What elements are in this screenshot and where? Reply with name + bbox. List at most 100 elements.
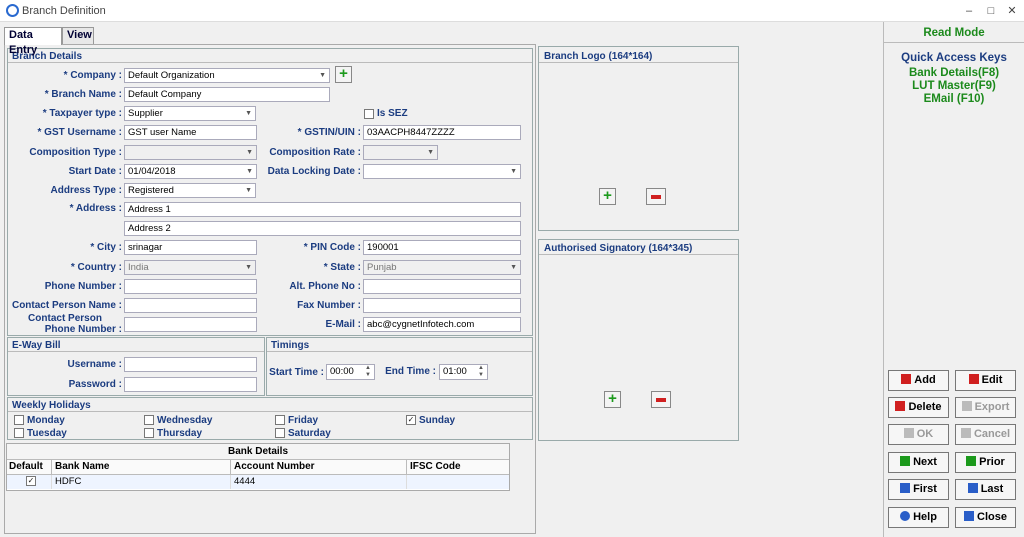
export-icon <box>961 401 972 411</box>
wednesday-checkbox[interactable] <box>144 415 154 425</box>
end-time-input[interactable]: 01:00 ▲ ▼ <box>439 364 488 380</box>
prior-button[interactable]: Prior <box>955 452 1016 473</box>
gst-username-input[interactable]: GST user Name <box>124 125 257 140</box>
fax-number-input[interactable] <box>363 298 521 313</box>
spinner-icon[interactable]: ▲ ▼ <box>365 365 371 379</box>
export-button[interactable]: Export <box>955 397 1016 418</box>
delete-icon <box>895 401 906 411</box>
add-icon <box>901 374 912 384</box>
contact-phone-label-line1: Contact Person <box>28 313 102 324</box>
col-account-number-header[interactable]: Account Number <box>231 460 407 474</box>
alt-phone-label: Alt. Phone No : <box>289 281 361 292</box>
country-select[interactable]: India ▼ <box>124 260 256 275</box>
tab-data-entry[interactable]: Data Entry <box>4 27 62 56</box>
alt-phone-input[interactable] <box>363 279 521 294</box>
eway-password-input[interactable] <box>124 377 257 392</box>
email-shortcut[interactable]: EMail (F10) <box>884 93 1024 105</box>
composition-type-select[interactable]: ▼ <box>124 145 257 160</box>
thursday-checkbox[interactable] <box>144 428 154 438</box>
branch-logo-panel <box>538 46 739 231</box>
help-button[interactable]: Help <box>888 507 949 528</box>
friday-checkbox[interactable] <box>275 415 285 425</box>
table-row[interactable]: ✓ HDFC 4444 <box>7 475 509 489</box>
composition-type-label: Composition Type : <box>29 147 122 158</box>
address-type-select[interactable]: Registered ▼ <box>124 183 256 198</box>
phone-number-label: Phone Number : <box>44 281 122 292</box>
last-icon <box>967 483 978 493</box>
remove-signatory-button[interactable] <box>651 391 671 408</box>
default-bank-checkbox[interactable]: ✓ <box>26 476 36 486</box>
bank-name-cell: HDFC <box>52 475 231 489</box>
start-time-input[interactable]: 00:00 ▲ ▼ <box>326 364 375 380</box>
is-sez-checkbox[interactable] <box>364 109 374 119</box>
signatory-title: Authorised Signatory (164*345) <box>544 243 693 254</box>
tab-view[interactable]: View <box>62 27 94 44</box>
remove-logo-button[interactable] <box>646 188 666 205</box>
tuesday-checkbox[interactable] <box>14 428 24 438</box>
sunday-label: Sunday <box>419 415 456 426</box>
chevron-down-icon: ▼ <box>246 168 253 175</box>
address-line2-input[interactable]: Address 2 <box>124 221 521 236</box>
signatory-panel <box>538 239 739 441</box>
bank-details-title: Bank Details <box>7 444 509 460</box>
minimize-button[interactable]: ‒ <box>960 3 978 19</box>
add-signatory-button[interactable]: + <box>604 391 621 408</box>
col-ifsc-header[interactable]: IFSC Code <box>407 460 509 474</box>
ok-button[interactable]: OK <box>888 424 949 445</box>
quick-access-title: Quick Access Keys <box>901 52 1007 64</box>
chevron-down-icon: ▼ <box>245 110 252 117</box>
city-label: * City : <box>90 242 122 253</box>
city-input[interactable]: srinagar <box>124 240 257 255</box>
monday-checkbox[interactable] <box>14 415 24 425</box>
company-label: * Company : <box>63 70 122 81</box>
col-bank-name-header[interactable]: Bank Name <box>52 460 231 474</box>
saturday-label: Saturday <box>288 428 331 439</box>
composition-rate-select[interactable]: ▼ <box>363 145 438 160</box>
last-button[interactable]: Last <box>955 479 1016 500</box>
add-company-button[interactable]: + <box>335 66 352 83</box>
maximize-button[interactable]: □ <box>982 3 1000 19</box>
close-button[interactable]: Close <box>955 507 1016 528</box>
add-button[interactable]: Add <box>888 370 949 391</box>
close-window-button[interactable]: ✕ <box>1003 3 1021 19</box>
edit-button[interactable]: Edit <box>955 370 1016 391</box>
col-default-header[interactable]: Default <box>7 460 52 474</box>
monday-label: Monday <box>27 415 65 426</box>
address-label: * Address : <box>69 203 122 214</box>
window-title: Branch Definition <box>22 5 106 17</box>
weekly-holidays-title: Weekly Holidays <box>12 400 91 411</box>
eway-bill-title: E-Way Bill <box>12 340 61 351</box>
company-select[interactable]: Default Organization ▼ <box>124 68 330 83</box>
saturday-checkbox[interactable] <box>275 428 285 438</box>
data-locking-date-picker[interactable]: ▼ <box>363 164 521 179</box>
add-logo-button[interactable]: + <box>599 188 616 205</box>
friday-label: Friday <box>288 415 319 426</box>
address-line1-input[interactable]: Address 1 <box>124 202 521 217</box>
chevron-down-icon: ▼ <box>510 264 517 271</box>
pin-code-input[interactable]: 190001 <box>363 240 521 255</box>
spinner-icon[interactable]: ▲ ▼ <box>478 365 484 379</box>
pin-code-label: * PIN Code : <box>303 242 361 253</box>
tuesday-label: Tuesday <box>27 428 67 439</box>
delete-button[interactable]: Delete <box>888 397 949 418</box>
next-button[interactable]: Next <box>888 452 949 473</box>
cancel-button[interactable]: Cancel <box>955 424 1016 445</box>
wednesday-label: Wednesday <box>157 415 213 426</box>
start-date-picker[interactable]: 01/04/2018 ▼ <box>124 164 257 179</box>
email-input[interactable]: abc@cygnetInfotech.com <box>363 317 521 332</box>
contact-phone-label-line2: Phone Number : <box>44 324 122 335</box>
branch-name-input[interactable]: Default Company <box>124 87 330 102</box>
first-button[interactable]: First <box>888 479 949 500</box>
sunday-checkbox[interactable]: ✓ <box>406 415 416 425</box>
contact-person-name-input[interactable] <box>124 298 257 313</box>
ok-icon <box>903 428 914 438</box>
prior-icon <box>966 456 977 466</box>
eway-username-input[interactable] <box>124 357 257 372</box>
contact-phone-input[interactable] <box>124 317 257 332</box>
phone-number-input[interactable] <box>124 279 257 294</box>
bank-details-shortcut[interactable]: Bank Details(F8) <box>884 67 1024 79</box>
state-select[interactable]: Punjab ▼ <box>363 260 521 275</box>
lut-master-shortcut[interactable]: LUT Master(F9) <box>884 80 1024 92</box>
taxpayer-type-select[interactable]: Supplier ▼ <box>124 106 256 121</box>
gstin-input[interactable]: 03AACPH8447ZZZZ <box>363 125 521 140</box>
